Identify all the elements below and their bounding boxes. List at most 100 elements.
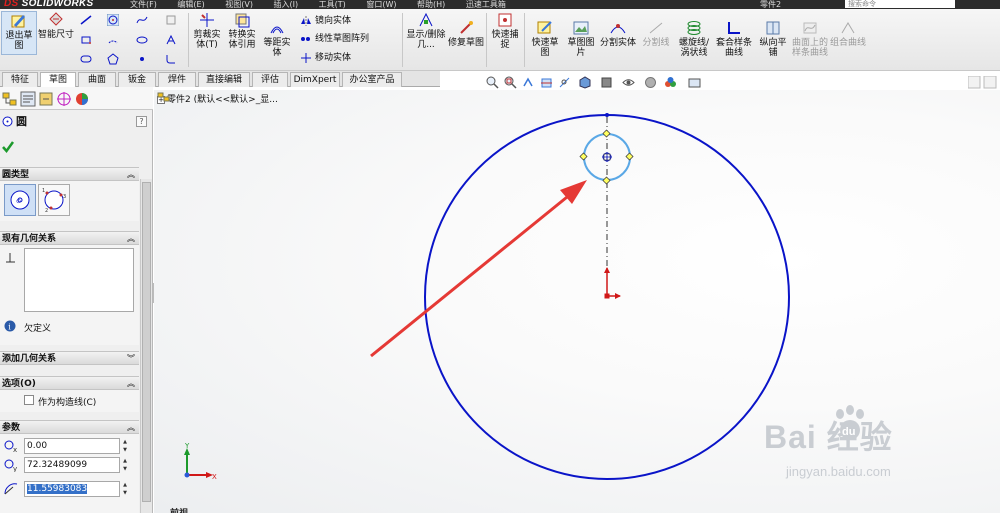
combine-curves-icon — [841, 22, 855, 34]
menu-view[interactable]: 视图(V) — [225, 0, 253, 9]
configuration-manager-icon[interactable] — [38, 91, 54, 107]
center-x-spinner[interactable]: ▲ ▼ — [120, 438, 130, 454]
options-group-header[interactable]: 选项(O) ︽ — [0, 376, 139, 390]
tab-features[interactable]: 特征 — [2, 72, 38, 87]
display-delete-relations-button[interactable]: 显示/删除几... — [406, 11, 446, 61]
combine-curves-button[interactable]: 组合曲线 — [830, 19, 866, 57]
task-pane-resources-icon[interactable] — [983, 76, 997, 89]
tab-direct-editing[interactable]: 直接编辑 — [198, 72, 250, 87]
sketch-picture-button[interactable]: 草图图片 — [564, 19, 598, 58]
trim-entities-button[interactable]: 剪裁实体(T) — [190, 11, 224, 55]
menu-file[interactable]: 文件(F) — [130, 0, 157, 9]
property-manager-scrollbar[interactable] — [140, 179, 152, 513]
center-y-input[interactable]: 72.32489099 — [24, 457, 120, 473]
graphics-area[interactable]: + 零件2 (默认<<默认>_显... Y X Bai 经验 du jingya… — [154, 90, 1000, 513]
zoom-to-area-icon[interactable] — [504, 76, 517, 89]
ellipse-tool-icon[interactable] — [136, 34, 148, 46]
existing-relations-group-header[interactable]: 现有几何关系 ︽ — [0, 231, 139, 245]
search-commands-input[interactable]: 搜索命令 — [845, 0, 955, 8]
helix-spiral-button[interactable]: 螺旋线/涡状线 — [676, 19, 712, 58]
collapse-chevron-icon: ︽ — [127, 234, 135, 243]
rectangle-tool-icon[interactable] — [80, 34, 92, 46]
circle-tool-icon[interactable] — [107, 14, 119, 26]
tab-office-products[interactable]: 办公室产品 — [342, 72, 402, 87]
display-style-icon[interactable] — [600, 76, 613, 89]
lofted-plane-button[interactable]: 纵向平铺 — [756, 19, 790, 58]
menu-window[interactable]: 窗口(W) — [366, 0, 396, 9]
menu-edit[interactable]: 编辑(E) — [177, 0, 204, 9]
picture-icon — [573, 21, 589, 35]
radius-input[interactable]: 11.55983083 — [24, 481, 120, 497]
tab-weldments[interactable]: 焊件 — [158, 72, 196, 87]
text-tool-icon[interactable] — [165, 34, 177, 46]
perpendicular-relation-icon — [6, 253, 15, 263]
quick-snaps-button[interactable]: 快速捕捉 — [488, 11, 522, 55]
split-entities-button[interactable]: 分割实体 — [600, 19, 636, 57]
sketch-canvas[interactable]: Y X — [154, 90, 1000, 513]
menu-tools[interactable]: 工具(T) — [319, 0, 346, 9]
line-tool-icon[interactable] — [80, 14, 92, 26]
tab-sheet-metal[interactable]: 钣金 — [118, 72, 156, 87]
display-manager-icon[interactable] — [74, 91, 90, 107]
slot-tool-icon[interactable] — [80, 53, 92, 65]
parameters-group-header[interactable]: 参数 ︽ — [0, 420, 139, 434]
feature-manager-icon[interactable] — [2, 91, 18, 107]
spline-on-surface-button[interactable]: 曲面上的样条曲线 — [790, 19, 830, 69]
center-circle-option[interactable]: ⊙ — [4, 184, 36, 216]
quadrant-point[interactable] — [605, 113, 609, 117]
perimeter-circle-option[interactable]: 1 3 2 — [38, 184, 70, 216]
property-manager-icon[interactable] — [20, 91, 36, 107]
mirror-entities-button[interactable]: 镜向实体 — [300, 14, 351, 28]
relations-list-box[interactable] — [24, 248, 134, 312]
point-tool-icon[interactable] — [136, 53, 148, 65]
zoom-to-fit-icon[interactable] — [486, 76, 499, 89]
spline-tool-icon[interactable] — [136, 14, 148, 26]
split-line-button[interactable]: 分割线 — [638, 19, 674, 49]
apply-scene-icon[interactable] — [664, 76, 677, 89]
exit-sketch-button[interactable]: 退出草图 — [1, 11, 37, 55]
center-y-spinner[interactable]: ▲ ▼ — [120, 457, 130, 473]
ribbon-separator — [524, 13, 525, 67]
move-entities-button[interactable]: 移动实体 — [300, 51, 351, 65]
spline-on-surface-icon — [803, 22, 817, 34]
tab-dimxpert[interactable]: DimXpert — [290, 72, 340, 87]
tab-sketch[interactable]: 草图 — [40, 72, 76, 88]
construction-geometry-checkbox[interactable] — [24, 395, 34, 405]
scrollbar-thumb[interactable] — [142, 182, 151, 502]
circle-type-group-header[interactable]: 圆类型 ︽ — [0, 167, 139, 181]
dynamic-annotation-icon[interactable] — [558, 76, 571, 89]
polygon-tool-icon[interactable] — [107, 53, 119, 65]
ok-checkmark-icon[interactable] — [1, 140, 15, 154]
arc-tool-icon[interactable] — [107, 34, 119, 46]
section-view-icon[interactable] — [540, 76, 553, 89]
smart-dimension-icon — [49, 12, 63, 26]
repair-sketch-button[interactable]: 修复草图 — [448, 19, 484, 59]
dimxpert-manager-icon[interactable] — [56, 91, 72, 107]
property-manager-title: 圆 ? — [0, 110, 153, 134]
view-settings-icon[interactable] — [688, 76, 701, 89]
offset-entities-button[interactable]: 等距实体 — [260, 19, 294, 58]
tab-surfaces[interactable]: 曲面 — [78, 72, 116, 87]
edit-appearance-icon[interactable] — [644, 76, 657, 89]
rapid-sketch-button[interactable]: 快速草图 — [528, 19, 562, 58]
menu-help[interactable]: 帮助(H) — [417, 0, 445, 9]
help-button[interactable]: ? — [136, 116, 147, 127]
plane-tool-icon[interactable] — [165, 14, 177, 26]
smart-dimension-button[interactable]: 智能尺寸 — [38, 11, 74, 55]
view-orientation-icon[interactable] — [578, 76, 591, 89]
menu-toolbox[interactable]: 迅速工具箱 — [466, 0, 506, 9]
task-pane-home-icon[interactable] — [968, 76, 981, 89]
tab-evaluate[interactable]: 评估 — [252, 72, 288, 87]
radius-spinner[interactable]: ▲ ▼ — [120, 481, 130, 497]
small-circle-center-marker[interactable] — [602, 152, 612, 162]
composite-curve-button[interactable]: 套合样条曲线 — [714, 19, 754, 58]
hide-show-items-icon[interactable] — [622, 76, 635, 89]
previous-view-icon[interactable] — [522, 76, 535, 89]
center-x-input[interactable]: 0.00 — [24, 438, 120, 454]
sketch-fillet-icon[interactable] — [165, 53, 177, 65]
linear-pattern-button[interactable]: 线性草图阵列 — [300, 32, 369, 46]
add-relations-group-header[interactable]: 添加几何关系 ︾ — [0, 351, 139, 365]
convert-entities-button[interactable]: 转换实体引用 — [225, 11, 259, 55]
axis-y-label: Y — [184, 442, 190, 450]
menu-insert[interactable]: 插入(I) — [274, 0, 299, 9]
